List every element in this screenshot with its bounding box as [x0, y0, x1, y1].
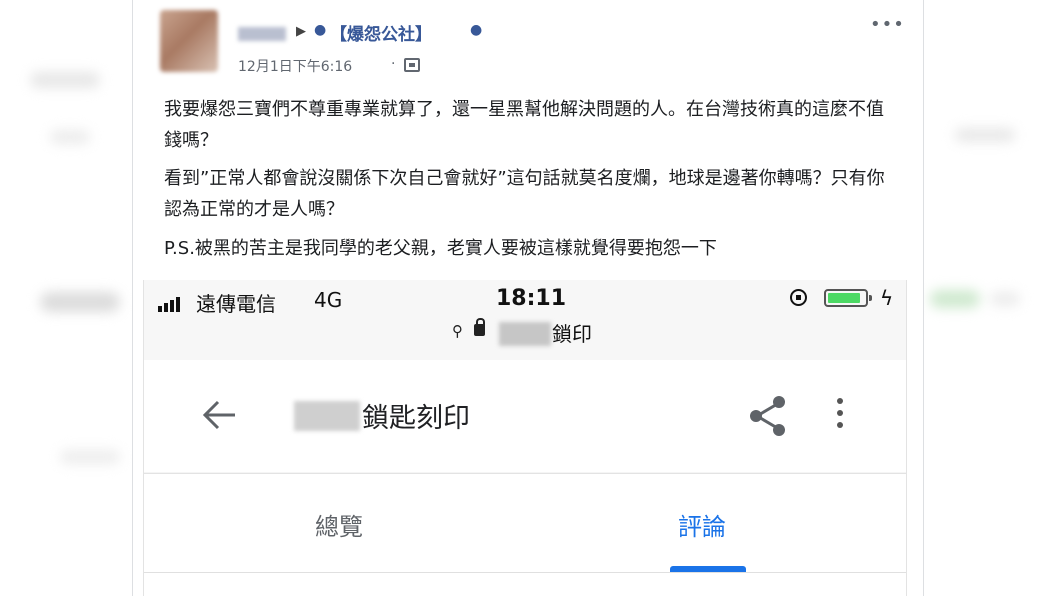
- tab-reviews[interactable]: 評論: [678, 507, 726, 542]
- network-type: 4G: [314, 288, 343, 312]
- lock-icon: [474, 318, 485, 336]
- background-blur: [40, 292, 120, 312]
- group-name-link[interactable]: 【爆怨公社】: [330, 20, 432, 45]
- post-paragraph: 看到”正常人都會說沒關係下次自己會就好”這句話就莫名度爛，地球是邊著你轉嗎？只有…: [164, 168, 885, 220]
- back-arrow-icon[interactable]: [201, 398, 237, 432]
- place-tabs: 總覽 評論: [144, 473, 906, 572]
- background-blur: [955, 128, 1015, 142]
- battery-icon: [824, 289, 872, 307]
- url-text: 鎖印: [552, 322, 592, 346]
- more-horizontal-icon[interactable]: •••: [870, 14, 905, 35]
- group-privacy-icon: [404, 58, 420, 72]
- status-time: 18:11: [496, 286, 567, 311]
- tab-overview[interactable]: 總覽: [315, 507, 363, 542]
- background-blur: [930, 290, 980, 308]
- place-name-blurred: [294, 401, 360, 431]
- post-paragraph: P.S.被黑的苦主是我同學的老父親，老實人要被這樣就覺得要抱怨一下: [164, 238, 717, 259]
- post-paragraph: 我要爆怨三寶們不尊重專業就算了，還一星黑幫他解決問題的人。在台灣技術真的這麼不值…: [164, 99, 884, 151]
- author-name-blurred[interactable]: [238, 27, 286, 41]
- maps-app-bar: 鎖匙刻印: [144, 360, 906, 472]
- meta-separator: ·: [391, 56, 396, 72]
- url-blurred: [499, 322, 551, 346]
- phone-status-bar: 遠傳電信 4G 18:11 ϟ ⚲ 鎖印: [144, 280, 906, 361]
- overflow-menu-icon[interactable]: [834, 398, 846, 434]
- post-timestamp[interactable]: 12月1日下午6:16: [238, 56, 352, 76]
- background-blur: [50, 130, 90, 144]
- signal-strength-icon: [158, 293, 182, 312]
- background-blur: [30, 72, 100, 88]
- reviews-content: [144, 572, 906, 597]
- share-icon[interactable]: [747, 394, 789, 438]
- background-blur: [990, 292, 1020, 306]
- background-blur: [60, 450, 120, 464]
- charging-bolt-icon: ϟ: [880, 286, 894, 310]
- place-title: 鎖匙刻印: [362, 403, 470, 434]
- carrier-name: 遠傳電信: [196, 292, 276, 316]
- search-icon: ⚲: [452, 322, 463, 340]
- group-dot-icon: ●: [314, 22, 327, 38]
- shared-to-arrow-icon: ▶: [296, 24, 306, 39]
- group-dot-icon: ●: [470, 22, 483, 38]
- attached-screenshot[interactable]: 遠傳電信 4G 18:11 ϟ ⚲ 鎖印 鎖匙刻印 總覽 評論: [143, 280, 907, 597]
- avatar[interactable]: [160, 10, 218, 72]
- rotation-lock-icon: [790, 289, 807, 306]
